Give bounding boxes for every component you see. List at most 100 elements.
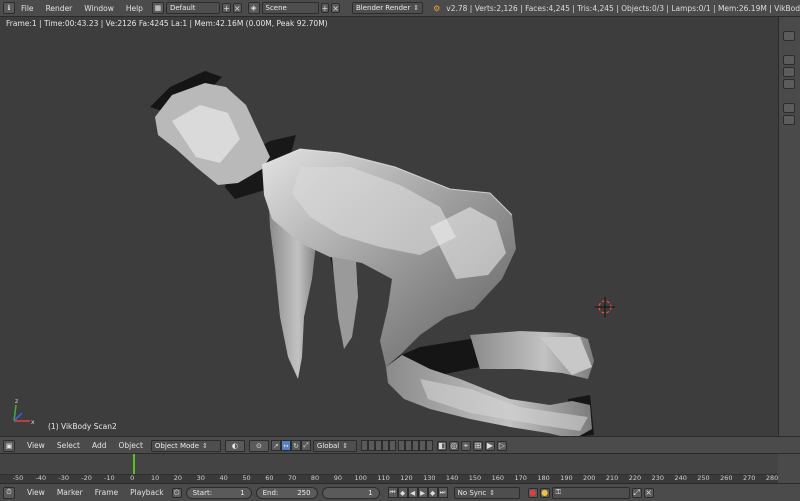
layer-button[interactable] <box>360 440 368 451</box>
pivot-point-icon[interactable]: ⊙ <box>248 439 269 452</box>
menu-add[interactable]: Add <box>86 441 113 450</box>
frame-tick-label: -50 <box>12 474 24 482</box>
keying-set-field[interactable]: ⚿ <box>551 486 630 499</box>
properties-panel-edge[interactable] <box>778 17 800 436</box>
current-frame-marker[interactable] <box>133 454 135 474</box>
menu-render[interactable]: Render <box>40 4 79 13</box>
properties-tab-icon[interactable] <box>783 115 795 125</box>
frame-tick-label: 250 <box>697 474 710 482</box>
scale-icon[interactable]: ⤢ <box>300 440 311 451</box>
layer-button[interactable] <box>388 440 396 451</box>
properties-tab-icon[interactable] <box>783 103 795 113</box>
lock-camera-icon[interactable]: ◧ <box>436 440 447 451</box>
frame-tick-label: 30 <box>196 474 205 482</box>
jump-end-icon[interactable]: ⏭ <box>437 487 448 498</box>
preview-range-icon[interactable]: ⏲ <box>171 487 182 498</box>
frame-tick-label: 90 <box>333 474 343 482</box>
render-engine-select[interactable]: Blender Render <box>351 2 424 14</box>
properties-tab-icon[interactable] <box>783 31 795 41</box>
start-frame-value: 1 <box>240 488 245 497</box>
mesh-vikbody-scan2[interactable] <box>150 71 594 436</box>
opengl-render-icon[interactable]: ▶ <box>484 440 495 451</box>
delete-layout-icon[interactable]: × <box>232 3 242 13</box>
current-frame-field[interactable]: 1 <box>321 486 380 499</box>
frame-tick-label: 110 <box>377 474 390 482</box>
manipulator-toggle-icon[interactable]: ↗ <box>270 440 281 451</box>
layer-button[interactable] <box>425 440 433 451</box>
menu-marker[interactable]: Marker <box>51 488 89 497</box>
layer-button[interactable] <box>411 440 419 451</box>
next-keyframe-icon[interactable]: ◆ <box>427 487 438 498</box>
layer-button[interactable] <box>418 440 426 451</box>
delete-scene-icon[interactable]: × <box>331 3 340 13</box>
opengl-animation-icon[interactable]: ▷ <box>496 440 507 451</box>
layer-button[interactable] <box>397 440 405 451</box>
timeline-right-edge <box>778 454 800 484</box>
timeline-track[interactable] <box>0 454 778 474</box>
menu-help[interactable]: Help <box>120 4 149 13</box>
3d-viewport[interactable]: Frame:1 | Time:00:43.23 | Ve:2126 Fa:424… <box>0 17 778 436</box>
frame-tick-label: 190 <box>560 474 573 482</box>
sync-mode-select[interactable]: No Sync <box>453 486 520 499</box>
snap-element-icon[interactable]: ⊞ <box>472 440 483 451</box>
start-frame-field[interactable]: Start: 1 <box>185 486 252 499</box>
rotate-icon[interactable]: ↻ <box>290 440 301 451</box>
frame-tick-label: 130 <box>423 474 436 482</box>
insert-keyframe-icon[interactable]: ⤢ <box>631 487 642 498</box>
menu-select[interactable]: Select <box>51 441 86 450</box>
frame-tick-label: 40 <box>219 474 228 482</box>
properties-tab-icon[interactable] <box>783 55 795 65</box>
info-editor-icon[interactable]: ℹ <box>3 2 15 14</box>
viewport-canvas: x z <box>13 71 615 436</box>
frame-tick-label: -40 <box>35 474 47 482</box>
timeline-area[interactable]: -50 -40 -30 -20 -10 0 10 20 30 40 50 60 70 80 90 100 110… <box>0 453 800 484</box>
add-scene-icon[interactable]: + <box>320 3 330 13</box>
proportional-edit-icon[interactable]: ◎ <box>448 440 459 451</box>
layer-button[interactable] <box>381 440 389 451</box>
menu-view[interactable]: View <box>21 488 51 497</box>
viewport-shading-icon[interactable]: ◐ <box>224 439 245 452</box>
timeline-editor-icon[interactable]: ⏱ <box>3 486 15 499</box>
info-header: ℹ File Render Window Help ▦ Default + × … <box>0 0 800 17</box>
layer-button[interactable] <box>367 440 375 451</box>
delete-keyframe-icon[interactable]: × <box>643 487 654 498</box>
keying-set-icon[interactable]: ● <box>539 487 550 498</box>
3d-cursor-icon[interactable] <box>595 297 615 317</box>
manipulator-group: ↗ ↔ ↻ ⤢ <box>270 440 311 451</box>
menu-object[interactable]: Object <box>112 441 148 450</box>
end-frame-label: End: <box>262 488 279 497</box>
play-icon[interactable]: ▶ <box>417 487 428 498</box>
layer-button[interactable] <box>404 440 412 451</box>
properties-tab-icon[interactable] <box>783 67 795 77</box>
scene-statistics: v2.78 | Verts:2,126 | Faces:4,245 | Tris… <box>446 3 800 13</box>
jump-start-icon[interactable]: ⏮ <box>387 487 398 498</box>
translate-icon[interactable]: ↔ <box>280 440 291 451</box>
snap-toggle-icon[interactable]: ⌖ <box>460 440 471 451</box>
editor-type-icon[interactable]: ▣ <box>3 439 15 452</box>
menu-view[interactable]: View <box>21 441 51 450</box>
frame-tick-label: 260 <box>720 474 733 482</box>
properties-tab-icon[interactable] <box>783 79 795 89</box>
frame-tick-label: 50 <box>242 474 251 482</box>
frame-tick-label: -10 <box>104 474 115 482</box>
add-layout-icon[interactable]: + <box>222 3 231 13</box>
scene-field[interactable]: Scene <box>261 2 319 14</box>
menu-file[interactable]: File <box>15 4 40 13</box>
play-reverse-icon[interactable]: ◀ <box>407 487 418 498</box>
frame-tick-label: 140 <box>445 474 459 482</box>
end-frame-field[interactable]: End: 250 <box>255 486 318 499</box>
layer-button[interactable] <box>374 440 382 451</box>
menu-playback[interactable]: Playback <box>124 488 169 497</box>
screen-layout-icon[interactable]: ▦ <box>151 2 164 14</box>
frame-tick-label: 0 <box>130 474 135 482</box>
menu-frame[interactable]: Frame <box>89 488 124 497</box>
menu-window[interactable]: Window <box>78 4 120 13</box>
interaction-mode-select[interactable]: Object Mode <box>150 439 221 452</box>
transform-orientation-select[interactable]: Global <box>312 439 357 452</box>
scene-icon[interactable]: ◈ <box>247 2 260 14</box>
prev-keyframe-icon[interactable]: ◆ <box>397 487 408 498</box>
playback-controls: ⏮ ◆ ◀ ▶ ◆ ⏭ <box>387 487 448 498</box>
layout-field[interactable]: Default <box>165 2 221 14</box>
record-icon[interactable]: ● <box>527 487 538 498</box>
blender-logo-icon: ⚙ <box>433 3 441 13</box>
